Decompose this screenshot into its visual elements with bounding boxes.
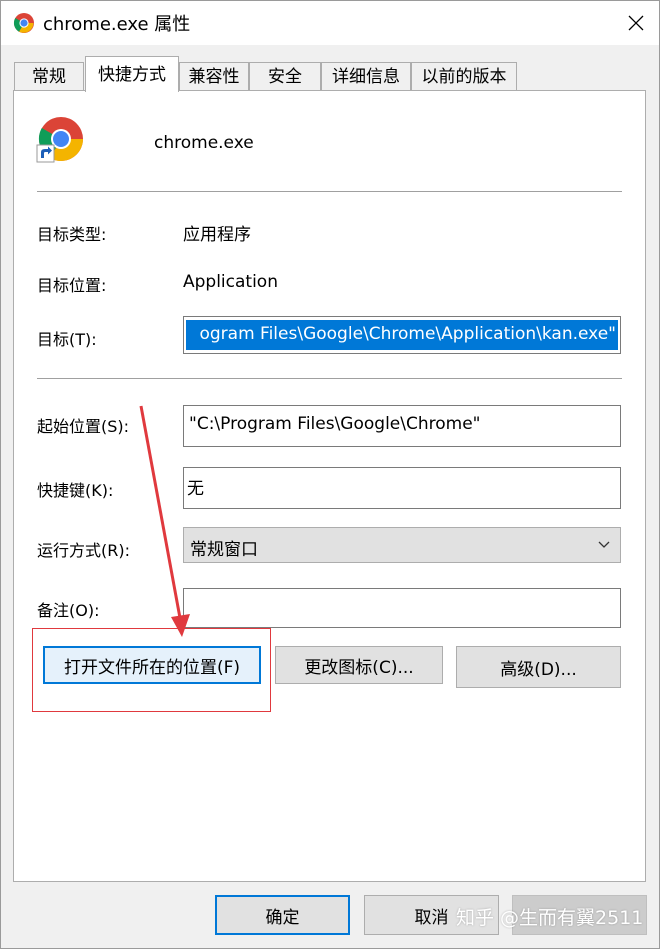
run-select[interactable]: 常规窗口 [183,527,621,563]
target-input[interactable]: ogram Files\Google\Chrome\Application\ka… [183,316,621,354]
change-icon-button[interactable]: 更改图标(C)... [275,646,443,684]
window-title: chrome.exe 属性 [43,14,191,35]
start-in-input[interactable]: "C:\Program Files\Google\Chrome" [183,405,621,447]
shortcut-name: chrome.exe [154,133,254,153]
target-value: ogram Files\Google\Chrome\Application\ka… [199,324,616,344]
tab-shortcut[interactable]: 快捷方式 [85,56,179,92]
target-type-label: 目标类型: [37,225,107,244]
run-value: 常规窗口 [190,540,258,560]
annotation-highlight-box [32,628,271,712]
tab-compatibility[interactable]: 兼容性 [179,62,249,91]
comment-label: 备注(O): [37,601,100,620]
tab-security[interactable]: 安全 [249,62,321,91]
tab-previous-versions[interactable]: 以前的版本 [411,62,517,91]
target-location-value: Application [183,272,278,292]
divider [37,191,622,192]
start-in-label: 起始位置(S): [37,417,130,436]
hotkey-input[interactable]: 无 [183,467,621,509]
tab-general[interactable]: 常规 [14,62,84,91]
chrome-shortcut-icon [36,117,83,163]
run-label: 运行方式(R): [37,541,130,560]
hotkey-value: 无 [187,479,204,499]
tab-details[interactable]: 详细信息 [321,62,411,91]
close-icon [628,15,644,31]
target-location-label: 目标位置: [37,276,107,295]
chrome-icon [13,13,34,33]
advanced-button[interactable]: 高级(D)... [456,646,621,688]
divider [37,378,622,379]
ok-button[interactable]: 确定 [215,895,350,935]
target-type-value: 应用程序 [183,225,251,245]
title-bar[interactable]: chrome.exe 属性 [1,1,659,45]
close-button[interactable] [613,1,659,45]
comment-input[interactable] [183,588,621,628]
start-in-value: "C:\Program Files\Google\Chrome" [189,414,481,434]
target-selection: ogram Files\Google\Chrome\Application\ka… [186,320,618,350]
chevron-down-icon [598,541,610,548]
target-label: 目标(T): [37,330,97,349]
hotkey-label: 快捷键(K): [37,481,114,500]
watermark: 知乎 @生而有翼2511 [456,907,644,929]
